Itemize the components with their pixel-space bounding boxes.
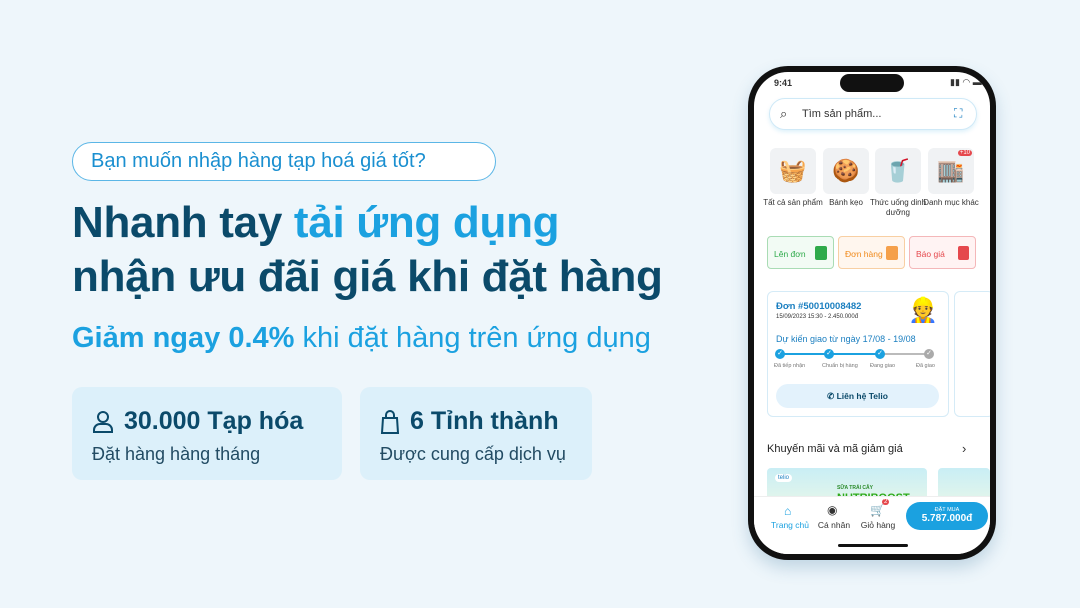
nav-cart[interactable]: Giỏ hàng bbox=[856, 520, 900, 530]
orders-button[interactable]: Đơn hàng bbox=[838, 236, 905, 269]
chevron-right-icon[interactable]: › bbox=[962, 441, 966, 456]
search-icon: ⌕ bbox=[780, 106, 788, 121]
search-bar[interactable]: ⌕ Tìm sản phẩm... ⛶ bbox=[769, 98, 977, 130]
order-card-next[interactable] bbox=[954, 291, 990, 417]
telio-logo: telio bbox=[775, 474, 793, 482]
headline-line-2: nhận ưu đãi giá khi đặt hàng bbox=[72, 252, 663, 301]
home-icon[interactable]: ⌂ bbox=[784, 504, 791, 518]
step-label: Chuẩn bị hàng bbox=[822, 363, 858, 369]
search-input[interactable]: Tìm sản phẩm... bbox=[802, 108, 881, 120]
step-label: Đã giao bbox=[916, 363, 935, 369]
stat-desc: Được cung cấp dịch vụ bbox=[380, 444, 566, 464]
subheadline: Giảm ngay 0.4% khi đặt hàng trên ứng dụn… bbox=[72, 322, 651, 355]
stat-desc: Đặt hàng hàng tháng bbox=[92, 444, 261, 464]
stat-title: 6 Tỉnh thành bbox=[410, 407, 559, 435]
order-eta: Dự kiến giao từ ngày 17/08 - 19/08 bbox=[776, 334, 916, 344]
shopping-bag-icon bbox=[380, 409, 400, 434]
warehouse-icon[interactable]: 🏬 +10 bbox=[928, 148, 974, 194]
quote-button[interactable]: Báo giá bbox=[909, 236, 976, 269]
status-time: 9:41 bbox=[774, 78, 793, 88]
nav-home[interactable]: Trang chủ bbox=[768, 520, 812, 530]
order-title: Đơn #50010008482 bbox=[776, 301, 862, 312]
drink-icon[interactable]: 🥤 bbox=[875, 148, 921, 194]
check-icon: ✓ bbox=[775, 349, 785, 359]
category-label: Tất cả sản phẩm bbox=[763, 198, 823, 207]
basket-icon[interactable]: 🧺 bbox=[770, 148, 816, 194]
button-label: Đơn hàng bbox=[845, 249, 883, 259]
check-icon: ✓ bbox=[875, 349, 885, 359]
nav-profile[interactable]: Cá nhân bbox=[812, 520, 856, 530]
category-label: Thức uống dinh dưỡng bbox=[869, 198, 927, 217]
profile-icon[interactable]: ◉ bbox=[827, 503, 837, 517]
button-label: Liên hệ Telio bbox=[836, 391, 888, 401]
stat-card-provinces: 6 Tỉnh thành Được cung cấp dịch vụ bbox=[360, 387, 592, 480]
order-meta: 15/09/2023 15:30 - 2.450.000đ bbox=[776, 314, 859, 320]
headline-text: Nhanh tay bbox=[72, 198, 294, 247]
user-icon bbox=[93, 410, 113, 433]
phone-call-icon: ✆ bbox=[827, 391, 837, 401]
check-icon: ✓ bbox=[824, 349, 834, 359]
checkout-total: 5.787.000đ bbox=[921, 513, 973, 524]
discount-text: Giảm ngay 0.4% bbox=[72, 322, 295, 354]
stat-card-stores: 30.000 Tạp hóa Đặt hàng hàng tháng bbox=[72, 387, 342, 480]
step-label: Đang giao bbox=[870, 363, 896, 369]
headline-highlight: tải ứng dụng bbox=[293, 198, 560, 247]
progress-track-pending bbox=[879, 353, 929, 355]
dynamic-island bbox=[840, 74, 904, 92]
banner-subtitle: SỮA TRÁI CÂY bbox=[837, 485, 873, 491]
tagline-pill: Bạn muốn nhập hàng tạp hoá giá tốt? bbox=[72, 142, 496, 181]
check-icon: ✓ bbox=[924, 349, 934, 359]
category-badge: +10 bbox=[957, 150, 972, 156]
cart-icon[interactable]: 🛒 bbox=[870, 503, 885, 517]
promo-section-title: Khuyến mãi và mã giảm giá bbox=[767, 443, 903, 455]
button-label: Báo giá bbox=[916, 249, 945, 259]
phone-screen: 9:41 ▮▮ ◠ ▬ ⌕ Tìm sản phẩm... ⛶ 🧺 🍪 🥤 🏬 +… bbox=[754, 72, 990, 554]
add-order-icon bbox=[815, 246, 827, 260]
button-label: Lên đơn bbox=[774, 249, 806, 259]
status-icons: ▮▮ ◠ ▬ bbox=[950, 77, 982, 87]
home-indicator bbox=[838, 544, 908, 547]
snack-icon[interactable]: 🍪 bbox=[823, 148, 869, 194]
category-label: Bánh kẹo bbox=[829, 198, 863, 207]
phone-mockup: 9:41 ▮▮ ◠ ▬ ⌕ Tìm sản phẩm... ⛶ 🧺 🍪 🥤 🏬 +… bbox=[748, 66, 996, 560]
headline-line-1: Nhanh tay tải ứng dụng bbox=[72, 198, 560, 248]
delivery-man-icon: 👷 bbox=[908, 297, 938, 324]
scan-icon[interactable]: ⛶ bbox=[954, 106, 962, 121]
contact-telio-button[interactable]: ✆ Liên hệ Telio bbox=[776, 384, 939, 408]
create-order-button[interactable]: Lên đơn bbox=[767, 236, 834, 269]
stat-title: 30.000 Tạp hóa bbox=[124, 407, 304, 435]
subheadline-rest: khi đặt hàng trên ứng dụng bbox=[294, 322, 651, 354]
step-label: Đã tiếp nhận bbox=[774, 363, 806, 369]
category-label: Danh mục khác bbox=[923, 198, 979, 207]
clipboard-icon bbox=[886, 246, 898, 260]
checkout-button[interactable]: ĐẶT MUA 5.787.000đ bbox=[906, 502, 988, 530]
download-doc-icon bbox=[958, 246, 969, 260]
